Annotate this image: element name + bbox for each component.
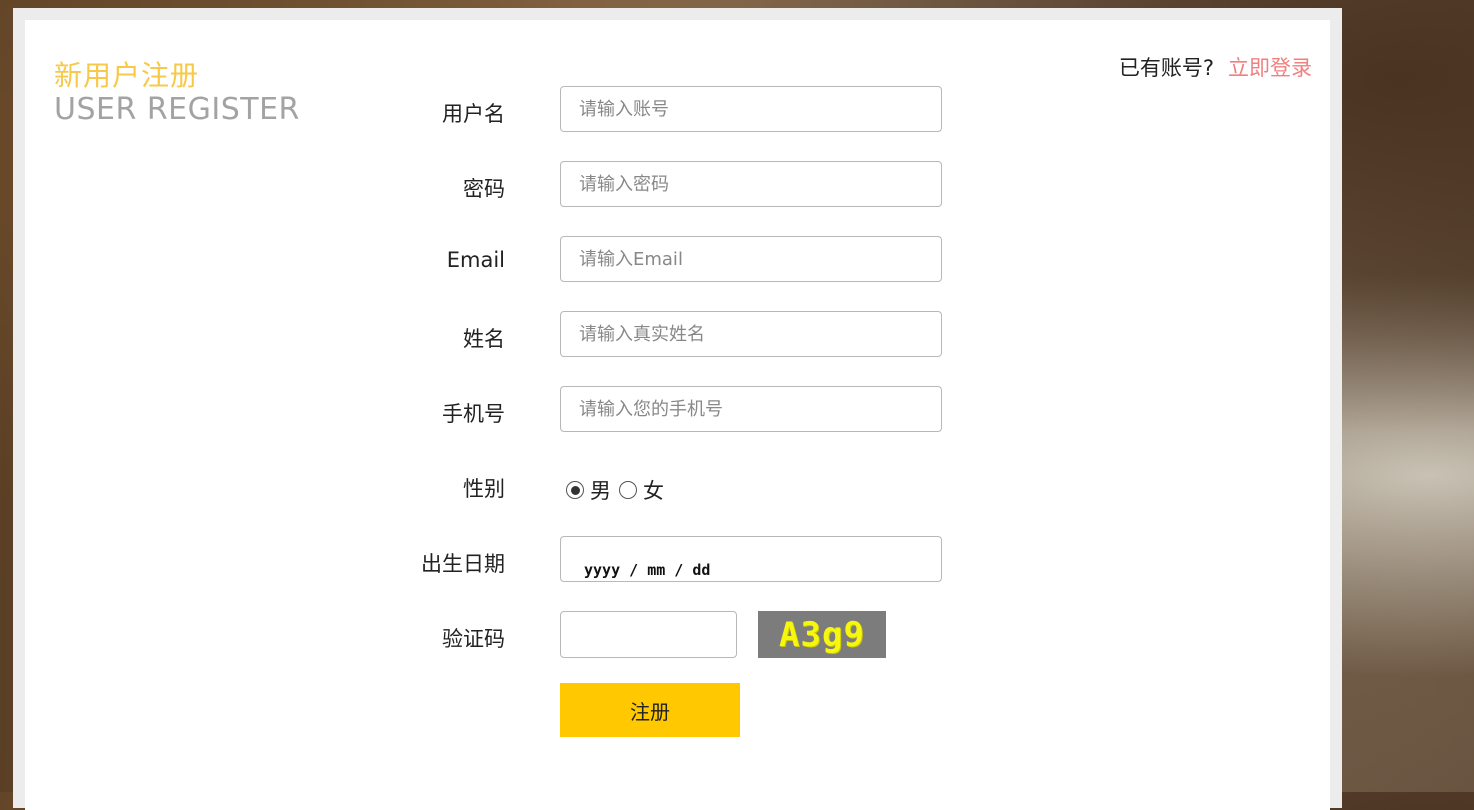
gender-label: 性别: [463, 477, 505, 501]
login-link[interactable]: 立即登录: [1228, 56, 1312, 80]
password-label: 密码: [463, 177, 505, 201]
username-input[interactable]: [560, 86, 942, 132]
phone-label: 手机号: [442, 402, 505, 426]
birthday-date-placeholder: yyyy / mm / dd: [584, 561, 711, 579]
captcha-label: 验证码: [442, 627, 505, 651]
gender-male-label[interactable]: 男: [590, 475, 611, 505]
name-label: 姓名: [463, 327, 505, 351]
gender-female-label[interactable]: 女: [643, 475, 664, 505]
login-hint: 已有账号? 立即登录: [1119, 52, 1312, 82]
birthday-date-input[interactable]: yyyy / mm / dd: [560, 536, 942, 582]
phone-input[interactable]: [560, 386, 942, 432]
birthday-label: 出生日期: [421, 552, 505, 576]
gender-female-radio[interactable]: [619, 481, 637, 499]
username-label: 用户名: [442, 102, 505, 126]
register-card: 新用户注册 USER REGISTER 已有账号? 立即登录 用户名 密码 Ema…: [25, 20, 1330, 810]
register-button[interactable]: 注册: [560, 683, 740, 737]
gender-radio-group: 男 女: [566, 475, 672, 505]
email-label: Email: [446, 248, 505, 272]
login-prompt: 已有账号?: [1118, 56, 1214, 80]
page-title: 新用户注册: [54, 59, 200, 92]
captcha-image[interactable]: A3g9: [758, 611, 886, 658]
page-subtitle: USER REGISTER: [54, 92, 300, 127]
captcha-input[interactable]: [560, 611, 737, 658]
password-input[interactable]: [560, 161, 942, 207]
gender-male-radio[interactable]: [566, 481, 584, 499]
email-input[interactable]: [560, 236, 942, 282]
name-input[interactable]: [560, 311, 942, 357]
